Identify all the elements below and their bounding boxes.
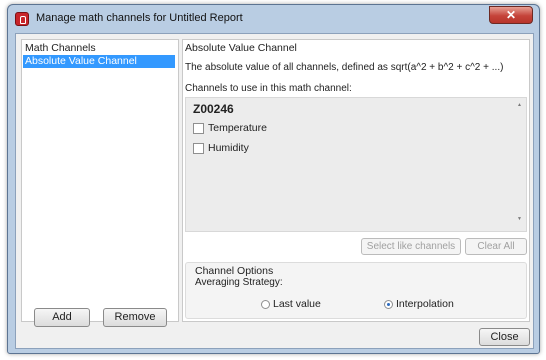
dialog-window: Manage math channels for Untitled Report… bbox=[7, 4, 540, 354]
channel-name: Absolute Value Channel bbox=[185, 42, 297, 54]
remove-button[interactable]: Remove bbox=[103, 308, 167, 327]
scroll-up-icon[interactable]: ▲ bbox=[517, 102, 522, 108]
app-icon bbox=[15, 12, 29, 26]
list-item-absolute-value-channel[interactable]: Absolute Value Channel bbox=[23, 55, 175, 68]
device-group-title: Z00246 bbox=[193, 102, 234, 116]
math-channel-list: Math Channels Absolute Value Channel bbox=[21, 39, 179, 322]
math-channels-header: Math Channels bbox=[25, 42, 96, 54]
select-like-channels-button[interactable]: Select like channels bbox=[361, 238, 461, 255]
dialog-body: Math Channels Absolute Value Channel Add… bbox=[15, 33, 534, 349]
temperature-label: Temperature bbox=[208, 122, 267, 134]
channel-checklist[interactable]: Z00246 ▲ Temperature Humidity ▼ bbox=[185, 97, 527, 232]
temperature-checkbox[interactable] bbox=[193, 122, 204, 134]
interpolation-radio[interactable] bbox=[384, 299, 393, 309]
humidity-label: Humidity bbox=[208, 142, 249, 154]
averaging-strategy-label: Averaging Strategy: bbox=[195, 277, 283, 288]
channel-detail-panel: Absolute Value Channel The absolute valu… bbox=[182, 39, 530, 322]
channel-description: The absolute value of all channels, defi… bbox=[185, 62, 504, 73]
channels-to-use-label: Channels to use in this math channel: bbox=[185, 83, 352, 94]
radio-last-value[interactable]: Last value bbox=[261, 298, 321, 310]
window-title: Manage math channels for Untitled Report bbox=[36, 12, 243, 24]
humidity-checkbox[interactable] bbox=[193, 142, 204, 154]
channel-options-title: Channel Options bbox=[195, 265, 274, 277]
channel-row-temperature[interactable]: Temperature bbox=[193, 122, 267, 134]
close-window-button[interactable]: ✕ bbox=[489, 6, 533, 24]
close-button[interactable]: Close bbox=[479, 328, 530, 346]
channel-row-humidity[interactable]: Humidity bbox=[193, 142, 249, 154]
last-value-label: Last value bbox=[273, 298, 321, 310]
radio-interpolation[interactable]: Interpolation bbox=[384, 298, 454, 310]
scroll-down-icon[interactable]: ▼ bbox=[517, 216, 522, 222]
add-button[interactable]: Add bbox=[34, 308, 90, 327]
title-bar[interactable]: Manage math channels for Untitled Report… bbox=[8, 5, 539, 33]
channel-options-group: Channel Options Averaging Strategy: Last… bbox=[185, 262, 527, 319]
clear-all-button[interactable]: Clear All bbox=[465, 238, 527, 255]
last-value-radio[interactable] bbox=[261, 299, 270, 309]
interpolation-label: Interpolation bbox=[396, 298, 454, 310]
